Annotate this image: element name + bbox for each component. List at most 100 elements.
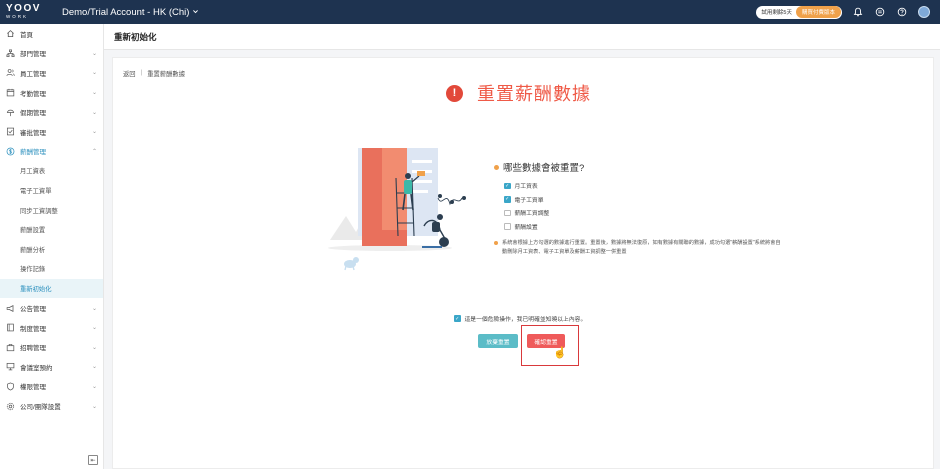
sidebar-item-company-settings[interactable]: 公司/團隊設置 ⌄ xyxy=(0,396,103,416)
account-name: Demo/Trial Account - HK (Chi) xyxy=(62,6,190,18)
calendar-icon xyxy=(5,88,15,98)
sidebar-item-policy[interactable]: 制度管理 ⌄ xyxy=(0,318,103,338)
confirm-text: 這是一個危險操作，我已明確並知曉以上內容。 xyxy=(464,317,587,323)
bullet-icon xyxy=(494,164,499,170)
sidebar-subitem-payroll-settings[interactable]: 薪酬設置 xyxy=(0,220,103,240)
page-title: 重新初始化 xyxy=(114,31,157,42)
yoov-logo[interactable]: YOOV WORK xyxy=(0,4,48,20)
bell-icon[interactable] xyxy=(852,6,864,18)
trial-days-text: 試用剩餘5天 xyxy=(761,10,792,16)
chevron-down-icon: ⌄ xyxy=(91,70,97,77)
sidebar-subitem-sync-adjust[interactable]: 同步工資調整 xyxy=(0,200,103,220)
sidebar-subitem-operation-log[interactable]: 操作記錄 xyxy=(0,259,103,279)
reset-option-monthly-payroll[interactable]: ✓ 月工資表 xyxy=(504,179,784,193)
sidebar-item-permissions[interactable]: 權限管理 ⌄ xyxy=(0,377,103,397)
recruit-icon xyxy=(5,342,15,352)
sidebar-subitem-reinitialize[interactable]: 重新初始化 xyxy=(0,278,103,299)
approval-icon xyxy=(5,127,15,137)
sidebar-item-label: 部門管理 xyxy=(20,51,46,59)
account-switcher[interactable]: Demo/Trial Account - HK (Chi) xyxy=(62,7,199,18)
sidebar-subitem-payslip[interactable]: 電子工資單 xyxy=(0,181,103,201)
sidebar-item-announcement[interactable]: 公告管理 ⌄ xyxy=(0,298,103,318)
bullet-icon xyxy=(494,241,498,245)
sidebar-item-department[interactable]: 部門管理 ⌄ xyxy=(0,44,103,64)
chevron-down-icon: ⌄ xyxy=(91,383,97,390)
chevron-down-icon: ⌄ xyxy=(91,364,97,371)
collapse-sidebar-icon[interactable]: ⇤ xyxy=(88,455,98,465)
option-label: 月工資表 xyxy=(514,184,538,191)
back-link[interactable]: 返回 xyxy=(123,69,136,78)
sidebar-item-label: 考勤管理 xyxy=(20,90,46,98)
sidebar-item-leave[interactable]: 假期管理 ⌄ xyxy=(0,102,103,122)
sidebar-item-attendance[interactable]: 考勤管理 ⌄ xyxy=(0,83,103,103)
sidebar-item-employees[interactable]: 員工管理 ⌄ xyxy=(0,63,103,83)
reset-illustration xyxy=(328,148,466,271)
buy-plan-button[interactable]: 購買付費版本 xyxy=(795,6,841,18)
checkbox-checked[interactable]: ✓ xyxy=(504,196,511,203)
checkbox-unchecked[interactable] xyxy=(504,223,511,230)
shield-icon xyxy=(5,381,15,391)
book-icon xyxy=(5,323,15,333)
sidebar-item-label: 公司/團隊設置 xyxy=(20,404,61,412)
sidebar-item-label: 薪酬管理 xyxy=(20,149,46,157)
option-label: 薪酬設置 xyxy=(514,224,538,231)
home-icon xyxy=(5,29,15,39)
sidebar-item-label: 假期管理 xyxy=(20,110,46,118)
confirm-checkbox[interactable]: ✓ xyxy=(454,315,461,322)
sidebar-item-approval[interactable]: 審批管理 ⌄ xyxy=(0,122,103,142)
sidebar-subitem-monthly-payroll[interactable]: 月工資表 xyxy=(0,161,103,181)
chevron-down-icon: ⌄ xyxy=(91,403,97,410)
sidebar-item-payroll[interactable]: 薪酬管理 ⌃ xyxy=(0,142,103,162)
content-card xyxy=(112,57,934,469)
chevron-up-icon: ⌃ xyxy=(91,148,97,155)
warning-icon: ! xyxy=(446,84,463,102)
sidebar-item-recruitment[interactable]: 招聘管理 ⌄ xyxy=(0,338,103,358)
help-icon[interactable] xyxy=(896,6,908,18)
cancel-reset-button[interactable]: 放棄重置 xyxy=(478,334,518,348)
chevron-down-icon: ⌄ xyxy=(91,325,97,332)
checkbox-unchecked[interactable] xyxy=(504,209,511,216)
megaphone-icon xyxy=(5,303,15,313)
hand-cursor-icon: ☝ xyxy=(553,347,567,359)
reset-option-payslip[interactable]: ✓ 電子工資單 xyxy=(504,193,784,207)
page-header: 重新初始化 xyxy=(104,24,940,50)
meeting-icon xyxy=(5,362,15,372)
dollar-icon xyxy=(5,146,15,156)
option-label: 電子工資單 xyxy=(514,197,544,204)
sidebar: 首頁 部門管理 ⌄ 員工管理 ⌄ 考勤管理 ⌄ 假期管理 ⌄ 審批管理 ⌄ 薪酬… xyxy=(0,24,104,469)
sidebar-item-label: 制度管理 xyxy=(20,325,46,333)
checkbox-checked[interactable]: ✓ xyxy=(504,182,511,189)
users-icon xyxy=(5,68,15,78)
reset-note: 系統會根據上方勾選的數據進行重置。重置後，數據將無法復原，如有數據有關聯的數據，… xyxy=(494,239,784,257)
logo-sub-text: WORK xyxy=(6,14,28,20)
org-chart-icon xyxy=(5,48,15,58)
chevron-down-icon: ⌄ xyxy=(91,109,97,116)
avatar[interactable] xyxy=(918,6,930,18)
reset-option-salary-adjust[interactable]: 薪酬工資調整 xyxy=(504,206,784,220)
sidebar-subitem-payroll-analysis[interactable]: 薪酬分析 xyxy=(0,240,103,260)
chevron-down-icon xyxy=(192,7,199,18)
chevron-down-icon: ⌄ xyxy=(91,129,97,136)
sidebar-item-label: 權限管理 xyxy=(20,384,46,392)
sidebar-item-home[interactable]: 首頁 xyxy=(0,24,103,44)
message-icon[interactable] xyxy=(874,6,886,18)
reset-question-text: 哪些數據會被重置? xyxy=(503,163,585,174)
chevron-down-icon: ⌄ xyxy=(91,305,97,312)
breadcrumb: 返回 | 重置薪酬數據 xyxy=(123,69,185,78)
reset-option-payroll-settings[interactable]: 薪酬設置 xyxy=(504,220,784,234)
logo-main-text: YOOV xyxy=(6,3,41,15)
breadcrumb-current: 重置薪酬數據 xyxy=(147,71,186,78)
leave-icon xyxy=(5,107,15,117)
sidebar-item-label: 員工管理 xyxy=(20,70,46,78)
sidebar-item-label: 審批管理 xyxy=(20,129,46,137)
reset-note-text: 系統會根據上方勾選的數據進行重置。重置後，數據將無法復原，如有數據有關聯的數據，… xyxy=(502,240,781,255)
trial-status: 試用剩餘5天 購買付費版本 xyxy=(756,5,842,19)
sidebar-item-label: 公告管理 xyxy=(20,306,46,314)
chevron-down-icon: ⌄ xyxy=(91,90,97,97)
page-headline: ! 重置薪酬數據 xyxy=(446,80,591,106)
sidebar-item-meeting-room[interactable]: 會議室預約 ⌄ xyxy=(0,357,103,377)
reset-question: 哪些數據會被重置? xyxy=(494,160,784,174)
sidebar-item-label: 首頁 xyxy=(20,31,33,39)
chevron-down-icon: ⌄ xyxy=(91,50,97,57)
danger-confirm-row[interactable]: ✓ 這是一個危險操作，我已明確並知曉以上內容。 xyxy=(454,314,586,323)
